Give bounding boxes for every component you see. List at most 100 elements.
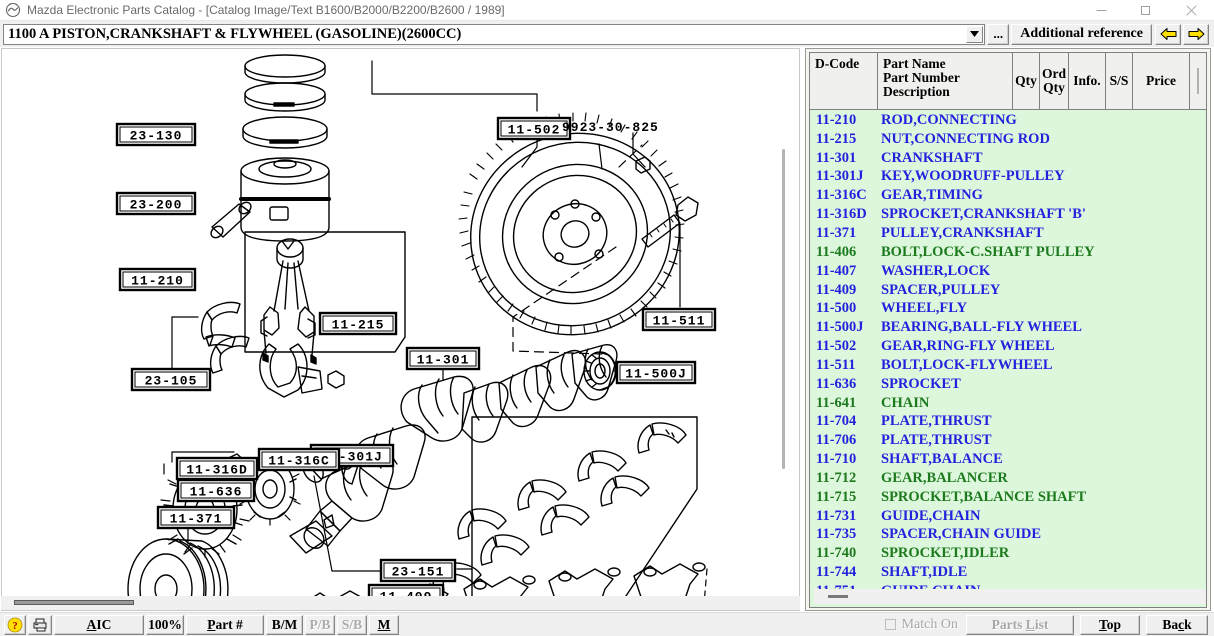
column-header-qty[interactable]: Qty	[1013, 53, 1040, 109]
table-row[interactable]: 11-500JBEARING,BALL-FLY WHEEL	[810, 318, 1206, 337]
parts-list-horizontal-scrollbar-thumb[interactable]	[828, 595, 848, 598]
cell-d-code[interactable]: 11-706	[810, 432, 878, 449]
cell-part-name[interactable]: WHEEL,FLY	[878, 300, 1206, 317]
table-row[interactable]: 11-731GUIDE,CHAIN	[810, 507, 1206, 526]
diagram-callout-11-316C[interactable]: 11-316C	[259, 449, 339, 470]
cell-part-name[interactable]: GEAR,BALANCER	[878, 470, 1206, 487]
column-resize-handle[interactable]	[1197, 68, 1199, 94]
cell-d-code[interactable]: 11-301J	[810, 168, 878, 185]
table-row[interactable]: 11-210ROD,CONNECTING	[810, 111, 1206, 130]
diagram-callout-11-371[interactable]: 11-371	[158, 507, 234, 528]
table-row[interactable]: 11-316CGEAR,TIMING	[810, 186, 1206, 205]
cell-d-code[interactable]: 11-210	[810, 112, 878, 129]
diagram-callout-11-500J[interactable]: 11-500J	[617, 362, 695, 383]
cell-part-name[interactable]: ROD,CONNECTING	[878, 112, 1206, 129]
diagram-callout-11-636[interactable]: 11-636	[178, 480, 254, 501]
bm-button[interactable]: B/M	[266, 615, 303, 635]
table-row[interactable]: 11-316DSPROCKET,CRANKSHAFT 'B'	[810, 205, 1206, 224]
cell-part-name[interactable]: PLATE,THRUST	[878, 432, 1206, 449]
table-row[interactable]: 11-301CRANKSHAFT	[810, 149, 1206, 168]
cell-d-code[interactable]: 11-636	[810, 376, 878, 393]
aic-button[interactable]: AIC	[54, 615, 144, 635]
table-row[interactable]: 11-500WHEEL,FLY	[810, 299, 1206, 318]
column-header-ss[interactable]: S/S	[1106, 53, 1133, 109]
diagram-callout-23-151[interactable]: 23-151	[381, 560, 455, 581]
cell-d-code[interactable]: 11-215	[810, 131, 878, 148]
table-row[interactable]: 11-735SPACER,CHAIN GUIDE	[810, 526, 1206, 545]
cell-part-name[interactable]: BOLT,LOCK-C.SHAFT PULLEY	[878, 244, 1206, 261]
table-row[interactable]: 11-706PLATE,THRUST	[810, 431, 1206, 450]
cell-part-name[interactable]: SPROCKET,BALANCE SHAFT	[878, 489, 1206, 506]
table-row[interactable]: 11-371PULLEY,CRANKSHAFT	[810, 224, 1206, 243]
table-row[interactable]: 11-636SPROCKET	[810, 375, 1206, 394]
help-button[interactable]: ?	[4, 615, 26, 635]
cell-d-code[interactable]: 11-712	[810, 470, 878, 487]
next-page-button[interactable]	[1183, 24, 1209, 45]
cell-d-code[interactable]: 11-731	[810, 508, 878, 525]
top-button[interactable]: Top	[1080, 615, 1140, 635]
table-row[interactable]: 11-409SPACER,PULLEY	[810, 281, 1206, 300]
column-header-d-code[interactable]: D-Code	[810, 53, 878, 109]
cell-part-name[interactable]: PLATE,THRUST	[878, 413, 1206, 430]
diagram-callout-11-511[interactable]: 11-511	[643, 309, 715, 330]
cell-part-name[interactable]: NUT,CONNECTING ROD	[878, 131, 1206, 148]
cell-part-name[interactable]: SHAFT,IDLE	[878, 564, 1206, 581]
diagram-callout-23-200[interactable]: 23-200	[117, 193, 195, 214]
cell-d-code[interactable]: 11-409	[810, 282, 878, 299]
cell-part-name[interactable]: CHAIN	[878, 395, 1206, 412]
table-row[interactable]: 11-406BOLT,LOCK-C.SHAFT PULLEY	[810, 243, 1206, 262]
table-row[interactable]: 11-215NUT,CONNECTING ROD	[810, 130, 1206, 149]
table-row[interactable]: 11-740SPROCKET,IDLER	[810, 544, 1206, 563]
cell-d-code[interactable]: 11-316D	[810, 206, 878, 223]
maximize-button[interactable]	[1124, 0, 1169, 21]
column-header-part-name[interactable]: Part Name Part Number Description	[878, 53, 1013, 109]
table-row[interactable]: 11-715SPROCKET,BALANCE SHAFT	[810, 488, 1206, 507]
part-number-button[interactable]: Part #	[186, 615, 264, 635]
minimize-button[interactable]	[1079, 0, 1124, 21]
cell-part-name[interactable]: KEY,WOODRUFF-PULLEY	[878, 168, 1206, 185]
close-button[interactable]	[1169, 0, 1214, 21]
diagram-callout-23-105[interactable]: 23-105	[132, 369, 210, 390]
cell-part-name[interactable]: BEARING,BALL-FLY WHEEL	[878, 319, 1206, 336]
column-header-info[interactable]: Info.	[1069, 53, 1106, 109]
table-row[interactable]: 11-502GEAR,RING-FLY WHEEL	[810, 337, 1206, 356]
table-row[interactable]: 11-511BOLT,LOCK-FLYWHEEL	[810, 356, 1206, 375]
cell-d-code[interactable]: 11-316C	[810, 187, 878, 204]
table-row[interactable]: 11-704PLATE,THRUST	[810, 413, 1206, 432]
cell-d-code[interactable]: 11-735	[810, 526, 878, 543]
cell-part-name[interactable]: SPACER,CHAIN GUIDE	[878, 526, 1206, 543]
cell-d-code[interactable]: 11-744	[810, 564, 878, 581]
cell-part-name[interactable]: SPACER,PULLEY	[878, 282, 1206, 299]
cell-d-code[interactable]: 11-406	[810, 244, 878, 261]
cell-part-name[interactable]: SPROCKET,IDLER	[878, 545, 1206, 562]
chevron-down-icon[interactable]	[966, 26, 983, 43]
previous-page-button[interactable]	[1155, 24, 1181, 45]
cell-d-code[interactable]: 11-740	[810, 545, 878, 562]
exploded-parts-diagram[interactable]: 23-13023-20011-21023-10511-21511-50211-5…	[2, 49, 799, 610]
cell-d-code[interactable]: 11-371	[810, 225, 878, 242]
parts-list-body[interactable]: 11-210ROD,CONNECTING11-215NUT,CONNECTING…	[810, 110, 1206, 607]
table-row[interactable]: 11-301JKEY,WOODRUFF-PULLEY	[810, 168, 1206, 187]
column-header-ord-qty[interactable]: Ord Qty	[1040, 53, 1069, 109]
match-on-checkbox[interactable]	[885, 619, 896, 630]
cell-d-code[interactable]: 11-511	[810, 357, 878, 374]
table-row[interactable]: 11-710SHAFT,BALANCE	[810, 450, 1206, 469]
cell-part-name[interactable]: CRANKSHAFT	[878, 150, 1206, 167]
cell-d-code[interactable]: 11-641	[810, 395, 878, 412]
m-button[interactable]: M	[369, 615, 399, 635]
back-button[interactable]: Back	[1146, 615, 1208, 635]
browse-button[interactable]: ...	[987, 24, 1009, 45]
match-on-checkbox-group[interactable]: Match On	[885, 617, 958, 633]
cell-part-name[interactable]: GUIDE,CHAIN	[878, 508, 1206, 525]
zoom-level-button[interactable]: 100%	[146, 615, 184, 635]
additional-reference-button[interactable]: Additional reference	[1011, 24, 1152, 45]
parts-list-horizontal-scrollbar-track[interactable]	[814, 589, 1207, 604]
diagram-callout-11-210[interactable]: 11-210	[120, 269, 195, 290]
diagram-horizontal-scrollbar-thumb[interactable]	[14, 600, 134, 605]
table-row[interactable]: 11-641CHAIN	[810, 394, 1206, 413]
diagram-vertical-scrollbar[interactable]	[782, 149, 785, 469]
print-button[interactable]	[28, 615, 52, 635]
cell-part-name[interactable]: PULLEY,CRANKSHAFT	[878, 225, 1206, 242]
section-combo-box[interactable]: 1100 A PISTON,CRANKSHAFT & FLYWHEEL (GAS…	[3, 24, 985, 45]
cell-d-code[interactable]: 11-500	[810, 300, 878, 317]
